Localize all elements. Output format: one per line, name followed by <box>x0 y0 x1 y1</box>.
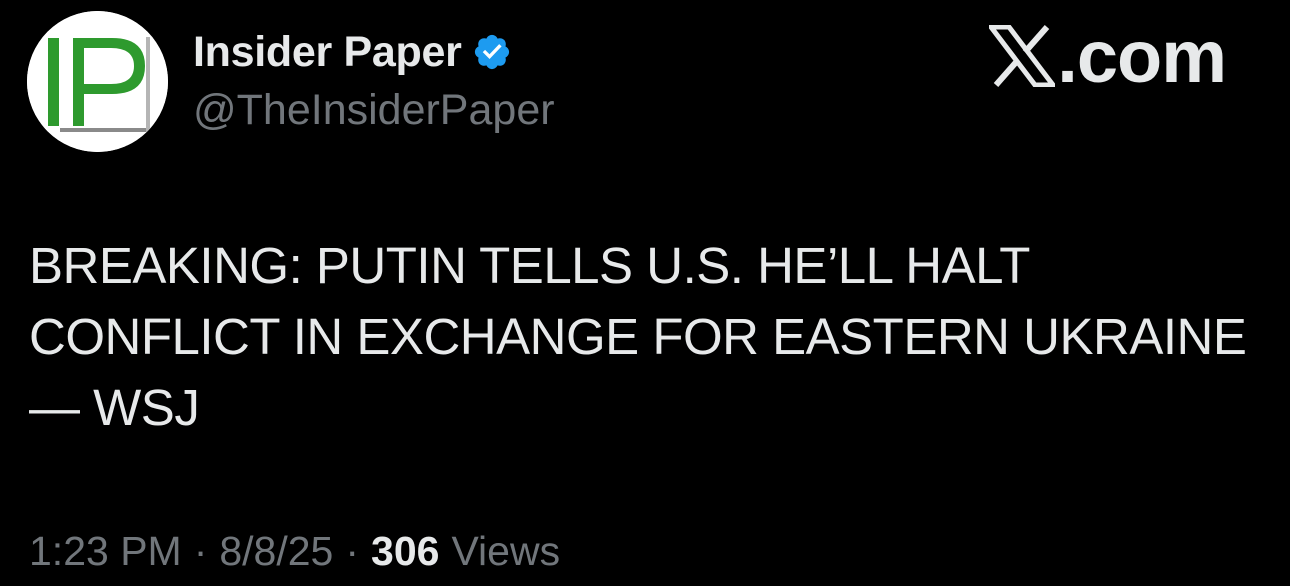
tweet-text: BREAKING: PUTIN TELLS U.S. HE’LL HALT CO… <box>29 230 1269 443</box>
tweet-text-line: CONFLICT IN EXCHANGE FOR EASTERN UKRAINE <box>29 308 1247 365</box>
tweet-text-line: BREAKING: PUTIN TELLS U.S. HE’LL HALT <box>29 237 1030 294</box>
author-block: Insider Paper @TheInsiderPaper <box>193 24 555 135</box>
tweet-date[interactable]: 8/8/25 <box>219 528 333 575</box>
verified-badge-icon <box>474 34 509 70</box>
meta-separator: · <box>345 528 360 574</box>
brand-domain-text: .com <box>1057 14 1227 98</box>
author-name-row: Insider Paper <box>193 24 555 80</box>
views-count[interactable]: 306 <box>371 528 439 575</box>
meta-separator: · <box>193 528 208 574</box>
tweet-meta: 1:23 PM · 8/8/25 · 306 Views <box>29 528 560 575</box>
x-com-brand: .com <box>989 14 1227 98</box>
author-display-name[interactable]: Insider Paper <box>193 28 462 77</box>
tweet-text-line: — WSJ <box>29 379 200 436</box>
avatar[interactable] <box>27 11 168 152</box>
views-label[interactable]: Views <box>451 528 560 575</box>
insider-paper-logo-icon <box>27 11 168 152</box>
x-logo-icon <box>989 25 1056 87</box>
tweet-time[interactable]: 1:23 PM <box>29 528 182 575</box>
author-handle[interactable]: @TheInsiderPaper <box>193 86 555 135</box>
